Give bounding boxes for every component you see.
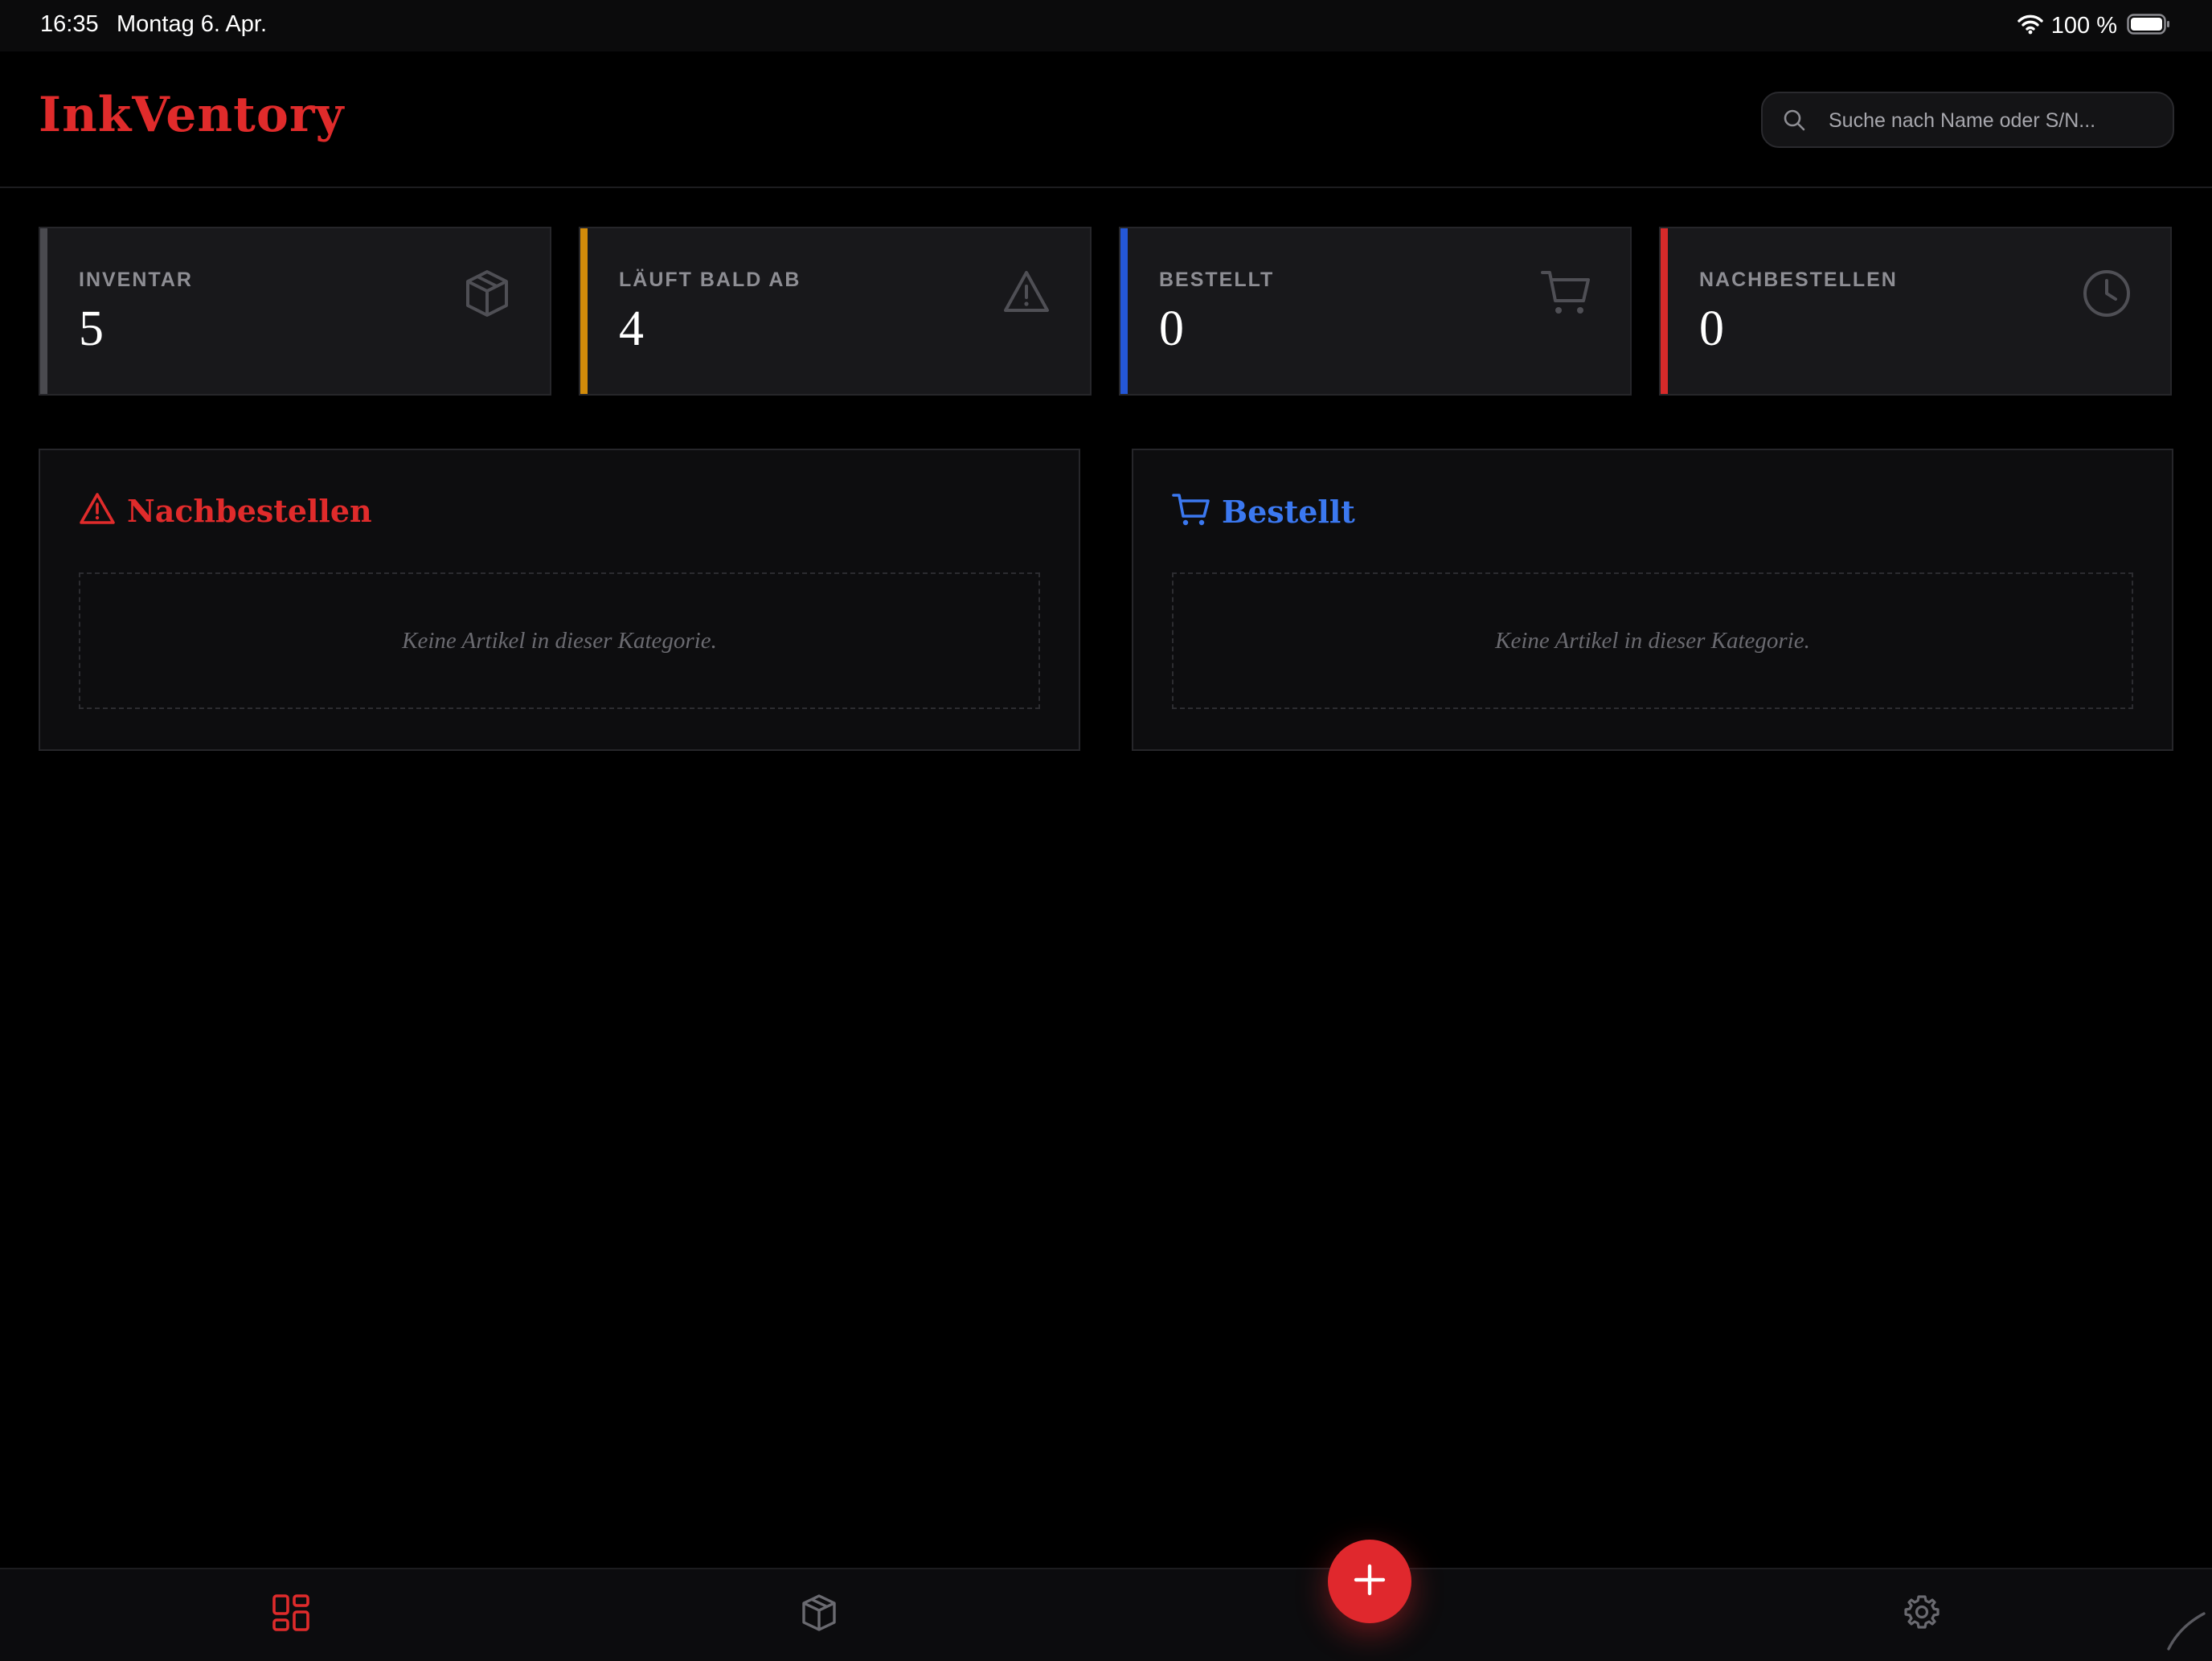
cart-icon bbox=[1172, 492, 1210, 531]
stat-card-bestellt[interactable]: BESTELLT 0 bbox=[1119, 227, 1632, 396]
dashboard-icon[interactable] bbox=[272, 1593, 310, 1636]
stat-label: BESTELLT bbox=[1159, 269, 1275, 291]
empty-state-text: Keine Artikel in dieser Kategorie. bbox=[1495, 627, 1810, 654]
add-item-button[interactable] bbox=[1328, 1540, 1411, 1623]
search-input[interactable] bbox=[1827, 93, 2160, 148]
warning-icon bbox=[79, 492, 116, 530]
app-header: InkVentory bbox=[0, 51, 2212, 188]
battery-percent: 100 % bbox=[2050, 12, 2117, 39]
warning-icon bbox=[1002, 269, 1051, 319]
stat-label: LÄUFT BALD AB bbox=[619, 269, 801, 291]
stat-accent-bar bbox=[580, 228, 588, 394]
status-right: 100 % bbox=[2017, 10, 2170, 42]
status-bar: 16:35 Montag 6. Apr. 100 % bbox=[0, 0, 2212, 51]
search-bar[interactable] bbox=[1761, 92, 2174, 148]
stat-label: NACHBESTELLEN bbox=[1699, 269, 1898, 291]
stat-value: 0 bbox=[1699, 301, 1724, 356]
cart-icon bbox=[1540, 269, 1591, 321]
bottom-nav bbox=[0, 1568, 2212, 1661]
status-date: Montag 6. Apr. bbox=[117, 11, 268, 37]
stat-card-laeuft-bald-ab[interactable]: LÄUFT BALD AB 4 bbox=[579, 227, 1092, 396]
panel-title: Nachbestellen bbox=[127, 493, 372, 529]
wifi-icon bbox=[2017, 14, 2043, 39]
stat-accent-bar bbox=[1120, 228, 1128, 394]
stat-value: 0 bbox=[1159, 301, 1184, 356]
stat-value: 4 bbox=[619, 301, 644, 356]
empty-state: Keine Artikel in dieser Kategorie. bbox=[1172, 572, 2133, 709]
stat-accent-bar bbox=[1661, 228, 1668, 394]
panel-nachbestellen: Nachbestellen Keine Artikel in dieser Ka… bbox=[39, 449, 1080, 751]
battery-icon bbox=[2127, 13, 2170, 39]
stat-value: 5 bbox=[79, 301, 104, 356]
empty-state: Keine Artikel in dieser Kategorie. bbox=[79, 572, 1040, 709]
stat-label: INVENTAR bbox=[79, 269, 193, 291]
status-time: 16:35 bbox=[40, 11, 99, 37]
panel-bestellt: Bestellt Keine Artikel in dieser Kategor… bbox=[1132, 449, 2173, 751]
panel-header: Nachbestellen bbox=[79, 492, 372, 530]
box-icon[interactable] bbox=[801, 1593, 838, 1636]
stat-card-inventar[interactable]: INVENTAR 5 bbox=[39, 227, 551, 396]
gear-icon[interactable] bbox=[1903, 1593, 1940, 1634]
stat-card-nachbestellen[interactable]: NACHBESTELLEN 0 bbox=[1659, 227, 2172, 396]
panel-title: Bestellt bbox=[1222, 494, 1355, 530]
empty-state-text: Keine Artikel in dieser Kategorie. bbox=[402, 627, 717, 654]
box-icon bbox=[463, 269, 511, 322]
panel-header: Bestellt bbox=[1172, 492, 1355, 531]
clock-icon bbox=[2082, 269, 2132, 322]
app-logo[interactable]: InkVentory bbox=[39, 87, 344, 143]
plus-icon bbox=[1352, 1562, 1387, 1602]
search-icon bbox=[1782, 108, 1806, 136]
stat-accent-bar bbox=[40, 228, 47, 394]
resize-handle-icon bbox=[2164, 1609, 2207, 1656]
